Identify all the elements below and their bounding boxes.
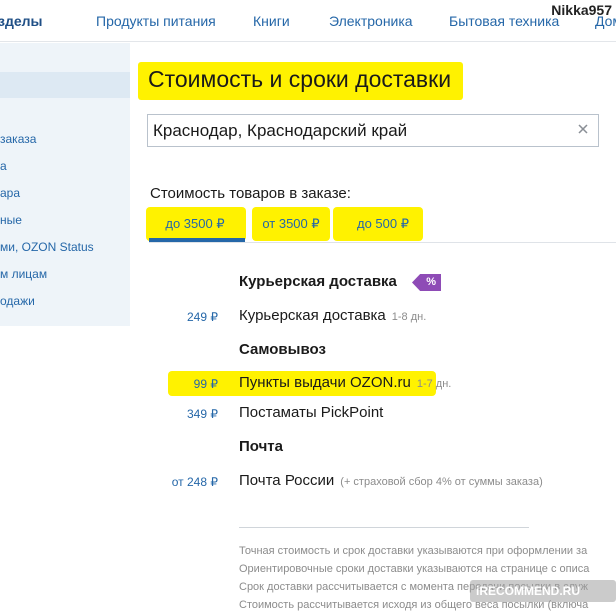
sidebar-active-item[interactable] xyxy=(0,72,130,98)
nav-item-sections[interactable]: зделы xyxy=(0,13,42,29)
note-estimated-terms: Ориентировочные сроки доставки указывают… xyxy=(239,563,590,575)
nav-item-electronics[interactable]: Электроника xyxy=(329,13,413,29)
nav-item-books[interactable]: Книги xyxy=(253,13,290,29)
nav-item-food[interactable]: Продукты питания xyxy=(96,13,216,29)
pickup-points-name: Пункты выдачи OZON.ru xyxy=(239,374,411,391)
sidebar-item-2[interactable]: а xyxy=(0,159,7,173)
page-title: Стоимость и сроки доставки xyxy=(138,62,464,100)
sidebar: заказа а ара ные ми, OZON Status м лицам… xyxy=(0,43,130,326)
courier-method[interactable]: Курьерская доставка 1-8 дн. xyxy=(239,307,426,324)
courier-days: 1-8 дн. xyxy=(391,311,427,323)
tabs-divider xyxy=(149,242,616,243)
postamats-price: 349 ₽ xyxy=(187,407,218,421)
sidebar-item-order[interactable]: заказа xyxy=(0,132,36,146)
nav-item-appliances[interactable]: Бытовая техника xyxy=(449,13,559,29)
sidebar-item-3[interactable]: ара xyxy=(0,186,20,200)
sidebar-item-legal-entities[interactable]: м лицам xyxy=(0,267,47,281)
irecommend-watermark: iRECOMMEND.RU xyxy=(470,580,616,602)
sidebar-item-4[interactable]: ные xyxy=(0,213,22,227)
section-title-courier: Курьерская доставка xyxy=(239,273,397,290)
pickup-points-price: 99 ₽ xyxy=(193,377,218,391)
tab-under-3500[interactable]: до 3500 ₽ xyxy=(158,207,232,241)
sidebar-item-sales[interactable]: одажи xyxy=(0,294,35,308)
russian-post-insurance-note: (+ страховой сбор 4% от суммы заказа) xyxy=(340,476,543,488)
city-input[interactable] xyxy=(153,120,563,142)
sidebar-item-ozon-status[interactable]: ми, OZON Status xyxy=(0,240,94,254)
city-field[interactable] xyxy=(147,114,599,147)
top-navigation: зделы Продукты питания Книги Электроника… xyxy=(0,0,616,42)
username-watermark: Nikka957 xyxy=(551,2,612,18)
russian-post-method[interactable]: Почта России (+ страховой сбор 4% от сумм… xyxy=(239,472,543,489)
russian-post-name: Почта России xyxy=(239,472,335,489)
russian-post-price: от 248 ₽ xyxy=(171,475,218,489)
order-value-label: Стоимость товаров в заказе: xyxy=(150,185,351,202)
promo-percent-badge: % xyxy=(412,274,441,291)
tab-under-500[interactable]: до 500 ₽ xyxy=(348,207,418,241)
postamats-method[interactable]: Постаматы PickPoint xyxy=(239,404,383,421)
courier-method-name: Курьерская доставка xyxy=(239,307,386,324)
pickup-points-method[interactable]: Пункты выдачи OZON.ru 1-7 дн. xyxy=(239,374,451,391)
pickup-points-days: 1-7 дн. xyxy=(416,378,452,390)
close-icon[interactable] xyxy=(576,122,590,136)
tab-over-3500[interactable]: от 3500 ₽ xyxy=(256,207,326,241)
section-title-mail: Почта xyxy=(239,438,283,455)
note-exact-cost: Точная стоимость и срок доставки указыва… xyxy=(239,545,588,557)
section-title-pickup: Самовывоз xyxy=(239,341,326,358)
courier-price: 249 ₽ xyxy=(187,310,218,324)
footer-divider xyxy=(239,527,529,528)
